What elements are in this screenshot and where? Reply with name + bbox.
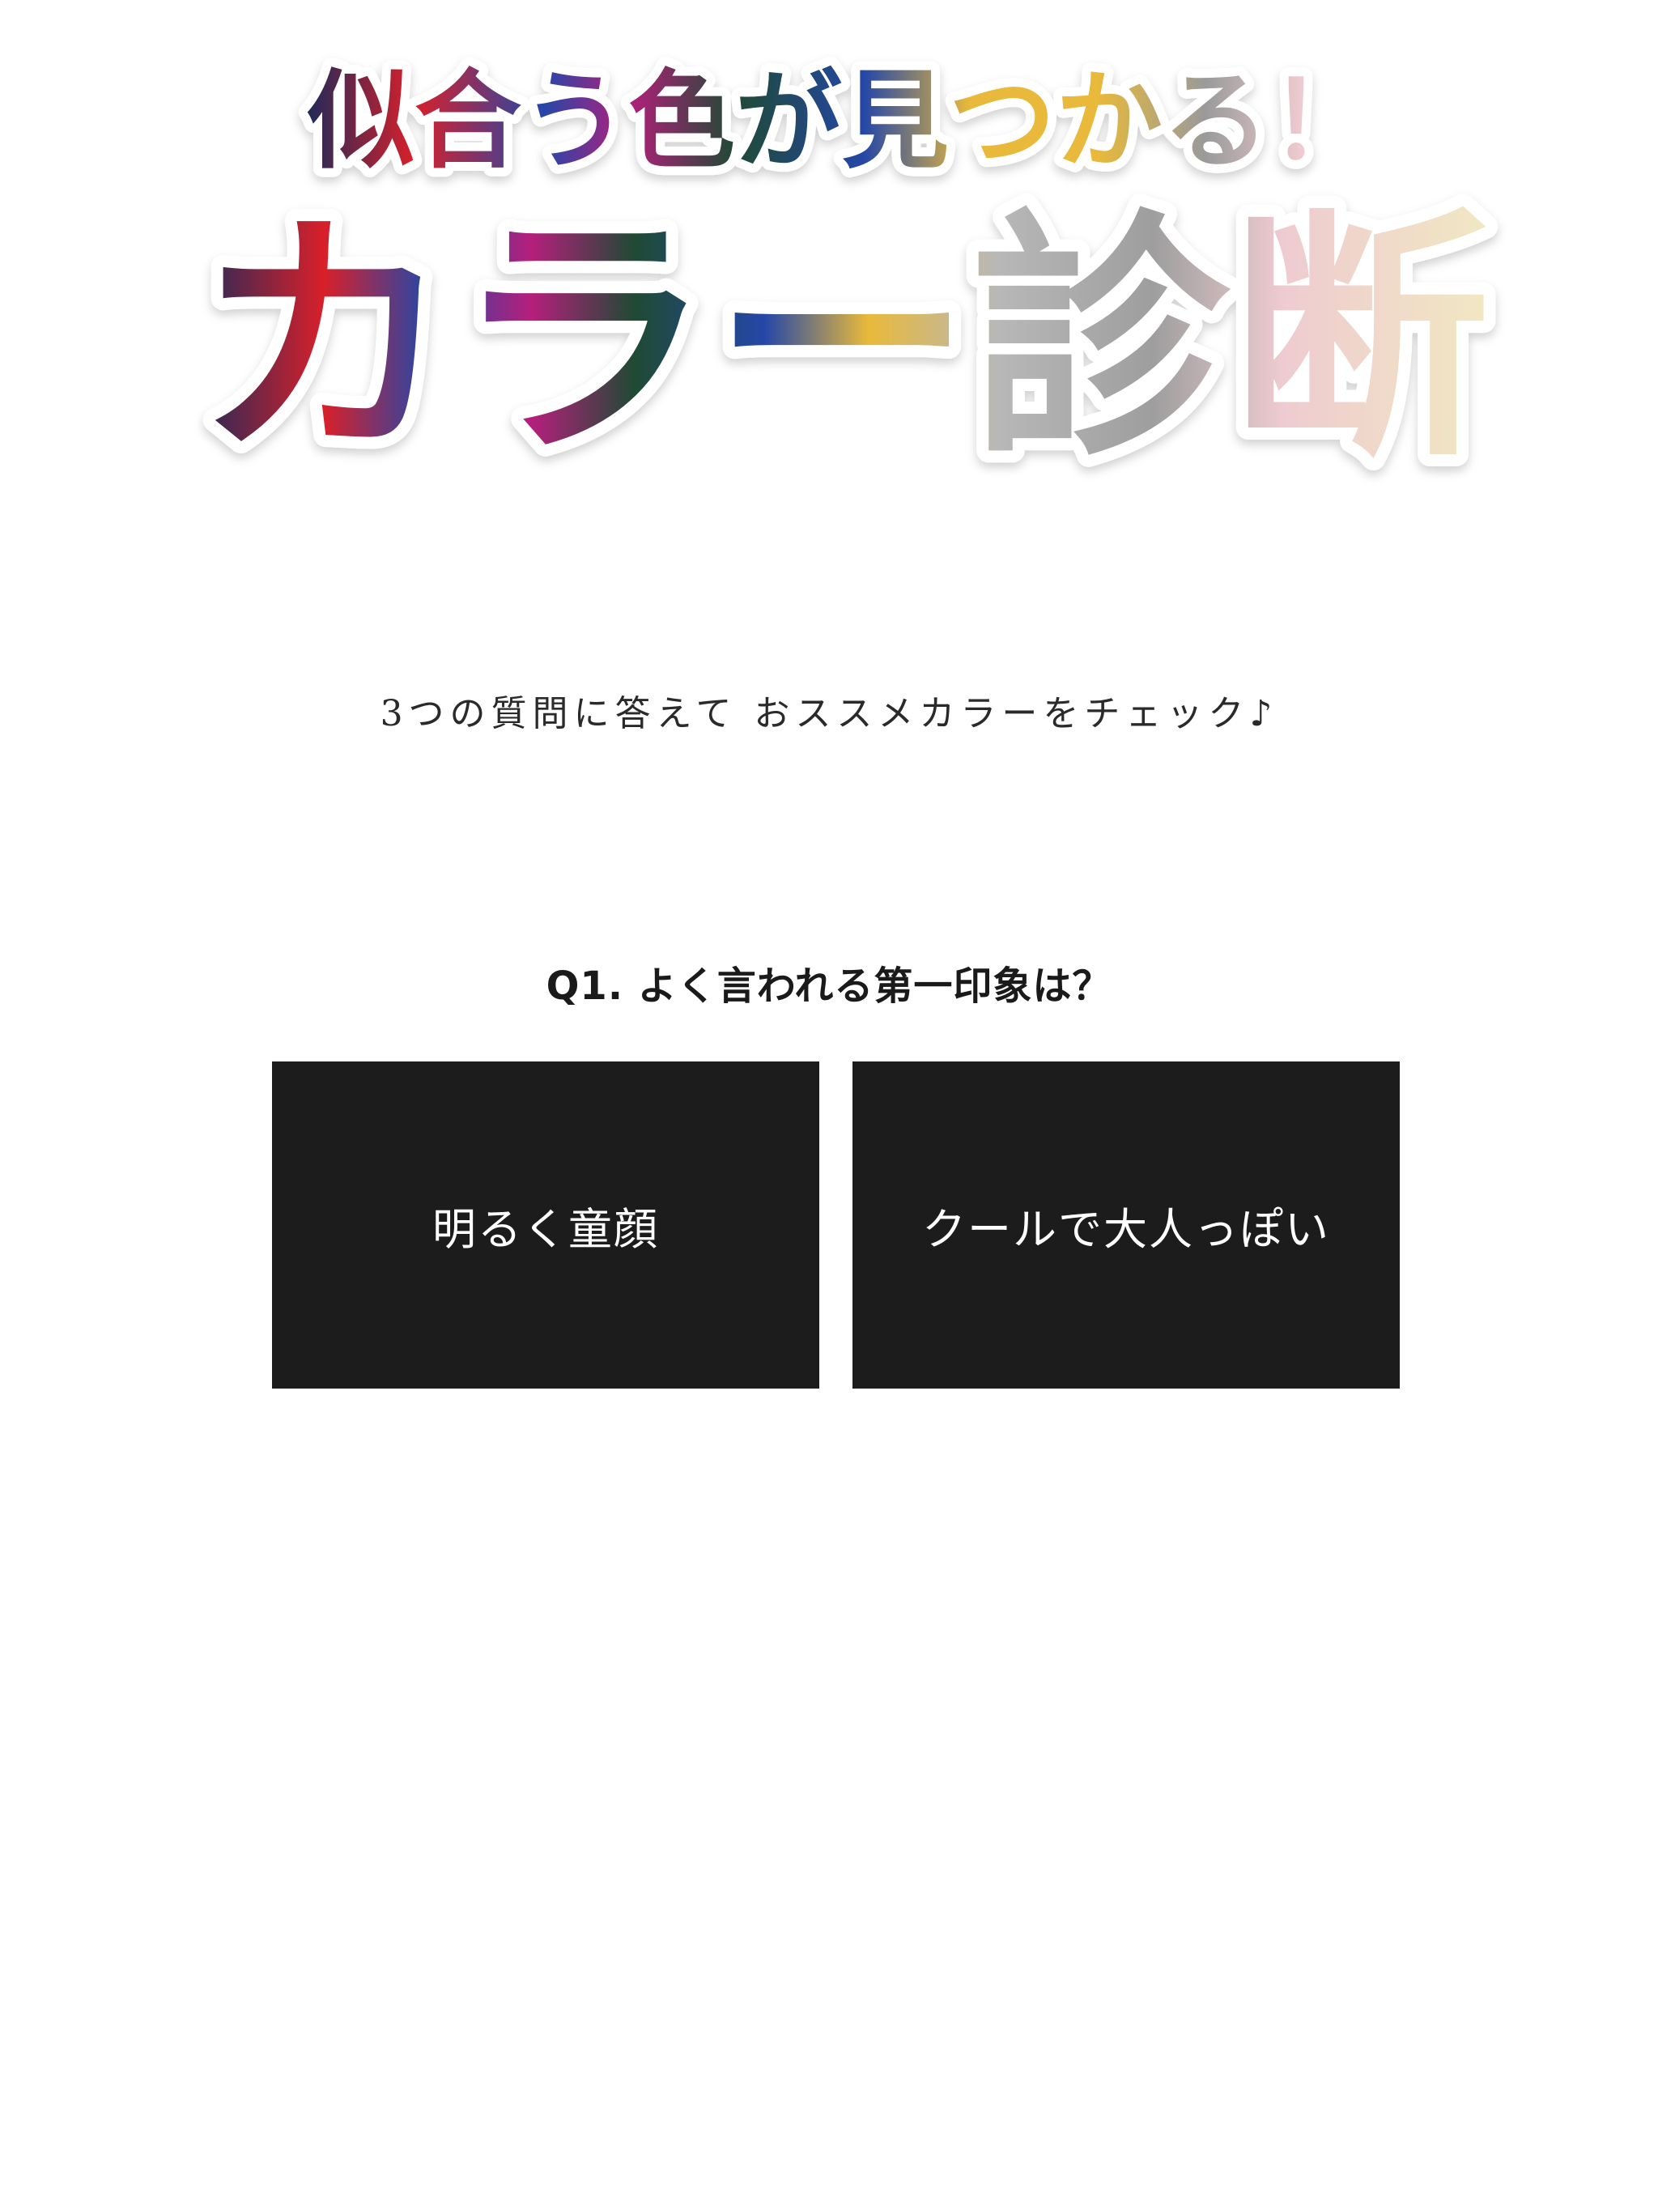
answer-options: 明るく童顔 クールで大人っぽい xyxy=(272,1061,1400,1389)
answer-button-1-label: 明るく童顔 xyxy=(432,1203,659,1255)
hero-title: カラー診断 xyxy=(194,189,1490,486)
hero-logo: 似合う色が見つかる！ 似合う色が見つかる！ カラー診断 カラー診断 xyxy=(0,0,1658,486)
answer-button-2[interactable]: クールで大人っぽい xyxy=(852,1061,1400,1389)
intro-subtitle: 3つの質問に答えて おススメカラーをチェック♪ xyxy=(380,693,1278,734)
hero-logo-graphic: 似合う色が見つかる！ 似合う色が見つかる！ カラー診断 カラー診断 xyxy=(182,50,1502,486)
question-label: Q1. よく言われる第一印象は？ xyxy=(546,963,1112,1009)
answer-button-2-label: クールで大人っぽい xyxy=(922,1203,1330,1255)
answer-button-1[interactable]: 明るく童顔 xyxy=(272,1061,819,1389)
hero-tagline: 似合う色が見つかる！ xyxy=(307,59,1376,184)
